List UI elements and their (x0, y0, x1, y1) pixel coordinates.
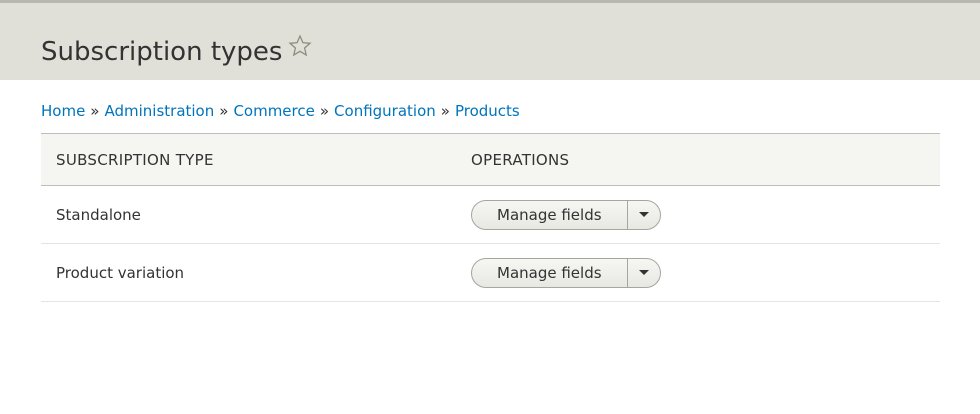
manage-fields-button[interactable]: Manage fields (472, 258, 628, 287)
subscription-type-name: Product variation (41, 243, 456, 302)
page-title: Subscription types (41, 34, 313, 68)
subscription-types-table: SUBSCRIPTION TYPE OPERATIONS Standalone … (41, 133, 940, 302)
column-header-operations: OPERATIONS (456, 133, 940, 186)
breadcrumb-products[interactable]: Products (455, 102, 520, 120)
manage-fields-button[interactable]: Manage fields (472, 200, 628, 229)
breadcrumb-administration[interactable]: Administration (104, 102, 214, 120)
table-row: Product variation Manage fields (41, 243, 940, 302)
caret-down-icon (638, 212, 649, 217)
breadcrumb-commerce[interactable]: Commerce (233, 102, 314, 120)
breadcrumb-configuration[interactable]: Configuration (334, 102, 436, 120)
breadcrumb-home[interactable]: Home (41, 102, 85, 120)
page-header: Subscription types (0, 0, 980, 80)
column-header-subscription-type: SUBSCRIPTION TYPE (41, 133, 456, 186)
operations-dropbutton: Manage fields (471, 199, 661, 230)
breadcrumb: Home» Administration» Commerce» Configurati… (41, 102, 520, 120)
star-icon[interactable] (288, 34, 313, 65)
operations-toggle[interactable] (628, 201, 660, 229)
subscription-type-name: Standalone (41, 185, 456, 244)
operations-toggle[interactable] (628, 259, 660, 287)
caret-down-icon (638, 270, 649, 275)
table-row: Standalone Manage fields (41, 185, 940, 244)
operations-dropbutton: Manage fields (471, 257, 661, 288)
